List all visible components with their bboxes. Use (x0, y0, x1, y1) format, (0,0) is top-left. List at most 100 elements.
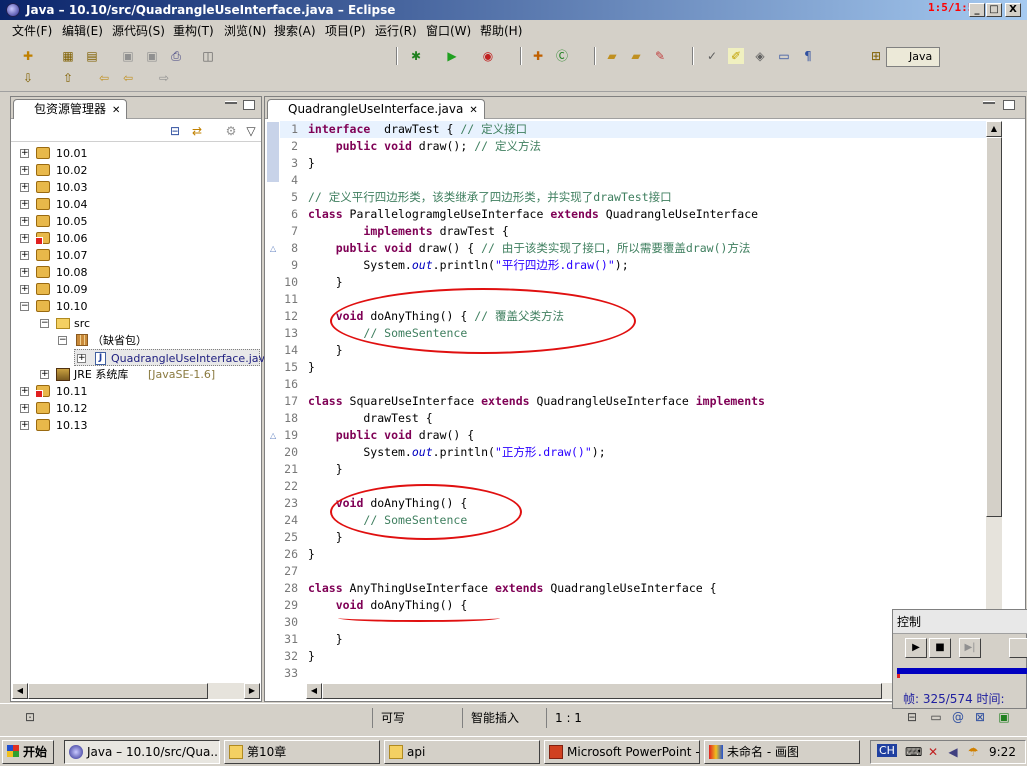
menu-source[interactable]: 源代码(S) (112, 22, 165, 39)
start-button[interactable]: 开始 (2, 740, 54, 764)
code-line[interactable]: 1 interface drawTest { // 定义接口 (280, 121, 986, 138)
maximize-button[interactable]: □ (986, 3, 1002, 17)
code-line[interactable]: 32} (280, 648, 986, 665)
code-line[interactable]: 23 void doAnyThing() { (280, 495, 986, 512)
open-perspective-icon[interactable]: ⊞ (868, 48, 884, 64)
expand-icon[interactable]: + (20, 166, 29, 175)
new-class-icon[interactable]: Ⓒ (554, 48, 570, 64)
fast-view-icon[interactable]: ⊡ (22, 709, 38, 725)
java-perspective-button[interactable]: Java (886, 47, 940, 67)
last-edit-icon[interactable]: ⇦ (96, 70, 112, 86)
scroll-up-icon[interactable]: ▲ (986, 121, 1002, 137)
debug-icon[interactable]: ✱ (408, 48, 424, 64)
keyboard-icon[interactable]: ⌨ (905, 744, 922, 760)
expand-icon[interactable]: + (40, 370, 49, 379)
network-icon[interactable]: ✕ (925, 744, 941, 760)
new-icon[interactable]: ✚ (20, 48, 36, 64)
code-line[interactable]: 18 drawTest { (280, 410, 986, 427)
code-line[interactable]: 7 implements drawTest { (280, 223, 986, 240)
print-icon[interactable]: ⎙ (168, 48, 184, 64)
maximize-editor-icon[interactable] (1003, 100, 1015, 110)
task-folder-api[interactable]: api (384, 740, 540, 764)
code-line[interactable]: 24 // SomeSentence (280, 512, 986, 529)
expand-icon[interactable]: + (20, 217, 29, 226)
menu-file[interactable]: 文件(F) (12, 22, 52, 39)
back-icon[interactable]: ⇦ (120, 70, 136, 86)
code-line[interactable]: 16 (280, 376, 986, 393)
prev-annotation-icon[interactable]: ⇧ (60, 70, 76, 86)
expand-icon[interactable]: + (20, 268, 29, 277)
skip-button[interactable]: ▶| (959, 638, 981, 658)
new-java-project-icon[interactable]: ✚ (530, 48, 546, 64)
code-line[interactable]: 29 void doAnyThing() { (280, 597, 986, 614)
more-button[interactable] (1009, 638, 1027, 658)
status-icon[interactable]: ⊟ (904, 709, 920, 725)
code-line[interactable]: 9 System.out.println("平行四边形.draw()"); (280, 257, 986, 274)
menu-help[interactable]: 帮助(H) (480, 22, 522, 39)
menu-edit[interactable]: 编辑(E) (62, 22, 103, 39)
run-icon[interactable]: ▶ (444, 48, 460, 64)
code-line[interactable]: 3} (280, 155, 986, 172)
explorer-tab[interactable]: 包资源管理器 ✕ (13, 99, 128, 119)
code-line[interactable]: 25 } (280, 529, 986, 546)
highlight-icon[interactable]: ✐ (728, 48, 744, 64)
menu-refactor[interactable]: 重构(T) (173, 22, 214, 39)
external-tools-icon[interactable]: ◉ (480, 48, 496, 64)
menu-project[interactable]: 项目(P) (325, 22, 366, 39)
expand-icon[interactable]: + (20, 234, 29, 243)
task-folder-ch10[interactable]: 第10章 (224, 740, 380, 764)
task-eclipse[interactable]: Java – 10.10/src/Qua... (64, 740, 220, 764)
open-folder-2-icon[interactable]: ▰ (628, 48, 644, 64)
new-package-icon[interactable]: ▤ (84, 48, 100, 64)
editor-tab-close-icon[interactable]: ✕ (469, 105, 477, 116)
collapse-icon[interactable]: − (58, 336, 67, 345)
code-line[interactable]: 28 class AnyThingUseInterface extends Qua… (280, 580, 986, 597)
minimize-editor-icon[interactable] (983, 101, 995, 104)
close-button[interactable]: X (1005, 3, 1021, 17)
code-line[interactable]: 17 class SquareUseInterface extends Quadr… (280, 393, 986, 410)
forward-icon[interactable]: ⇨ (156, 70, 172, 86)
editor-vscrollbar[interactable]: ▲ (986, 121, 1002, 682)
next-annotation-icon[interactable]: ⇩ (20, 70, 36, 86)
play-button[interactable]: ▶ (905, 638, 927, 658)
code-line[interactable]: 33 (280, 665, 986, 682)
scroll-right-icon[interactable]: ▶ (244, 683, 260, 699)
menu-navigate[interactable]: 浏览(N) (224, 22, 266, 39)
editor-tab[interactable]: QuadrangleUseInterface.java ✕ (267, 99, 485, 119)
explorer-hscrollbar[interactable]: ◀ ▶ (12, 683, 260, 699)
expand-icon[interactable]: + (20, 183, 29, 192)
task-powerpoint[interactable]: Microsoft PowerPoint - [... (544, 740, 700, 764)
scroll-thumb[interactable] (986, 137, 1002, 517)
code-line[interactable]: 14 } (280, 342, 986, 359)
code-line[interactable]: 12 void doAnyThing() { // 覆盖父类方法 (280, 308, 986, 325)
menu-run[interactable]: 运行(R) (375, 22, 417, 39)
status-icon[interactable]: ▣ (996, 709, 1012, 725)
view-dropdown-icon[interactable]: ▽ (243, 123, 259, 139)
show-whitespace-icon[interactable]: ¶ (800, 48, 816, 64)
code-line[interactable]: 26} (280, 546, 986, 563)
code-editor[interactable]: 1 interface drawTest { // 定义接口 2 public vo… (280, 121, 986, 682)
collapse-icon[interactable]: − (20, 302, 29, 311)
open-folder-icon[interactable]: ▰ (604, 48, 620, 64)
new-project-icon[interactable]: ▦ (60, 48, 76, 64)
umbrella-icon[interactable]: ☂ (965, 744, 981, 760)
scroll-left-icon[interactable]: ◀ (306, 683, 322, 699)
expand-icon[interactable]: + (20, 251, 29, 260)
explorer-close-icon[interactable]: ✕ (112, 105, 120, 116)
expand-icon[interactable]: + (20, 387, 29, 396)
link-editor-icon[interactable]: ⇄ (189, 123, 205, 139)
expand-icon[interactable]: + (20, 285, 29, 294)
code-line[interactable]: 11 (280, 291, 986, 308)
code-line[interactable]: 27 (280, 563, 986, 580)
view-menu-icon[interactable]: ⚙ (223, 123, 239, 139)
status-icon[interactable]: ⊠ (972, 709, 988, 725)
collapse-icon[interactable]: − (40, 319, 49, 328)
minimize-view-icon[interactable] (225, 101, 237, 104)
code-line[interactable]: 8 public void draw() { // 由于该类实现了接口，所以需要… (280, 240, 986, 257)
expand-icon[interactable]: + (20, 421, 29, 430)
search-icon[interactable]: ✎ (652, 48, 668, 64)
code-line[interactable]: 5 // 定义平行四边形类，该类继承了四边形类，并实现了drawTest接口 (280, 189, 986, 206)
code-line[interactable]: 2 public void draw(); // 定义方法 (280, 138, 986, 155)
save-icon[interactable]: ▣ (120, 48, 136, 64)
scroll-thumb[interactable] (322, 683, 882, 699)
